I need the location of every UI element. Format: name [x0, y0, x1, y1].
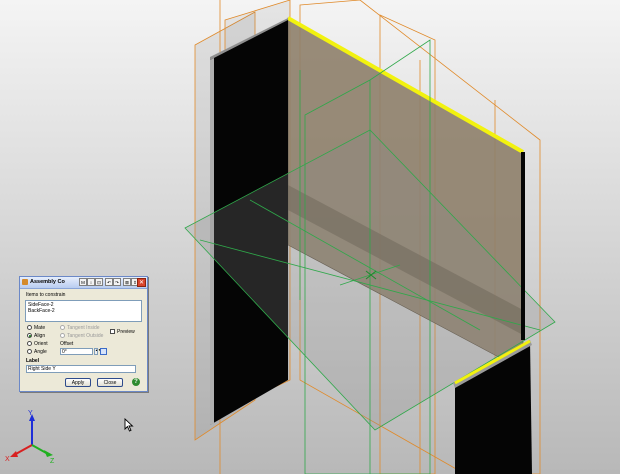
- orient-radio[interactable]: [27, 341, 32, 346]
- label-heading: Label: [26, 358, 40, 364]
- mate-radio[interactable]: [27, 325, 32, 330]
- orient-label: Orient: [34, 341, 48, 347]
- minimize-toolbar-button[interactable]: ⊠: [123, 278, 131, 286]
- items-listbox[interactable]: SideFace-2 BackFace-2: [25, 300, 142, 322]
- orientation-triad: Y X Z: [0, 405, 60, 465]
- angle-label: Angle: [34, 349, 47, 355]
- app-icon: [22, 279, 28, 285]
- dialog-titlebar[interactable]: Assembly Co M ↕ ⊡ ↶ ↷ ⊠ ⇕ ✕: [20, 277, 147, 289]
- 3d-viewport[interactable]: [0, 0, 620, 474]
- tangent-outside-label: Tangent Outside: [67, 333, 104, 339]
- align-radio[interactable]: [27, 333, 32, 338]
- tangent-outside-radio[interactable]: [60, 333, 65, 338]
- list-item[interactable]: BackFace-2: [28, 308, 139, 314]
- x-axis-arrow: [10, 451, 18, 457]
- flip-toolbar-button[interactable]: ↕: [87, 278, 95, 286]
- preview-label: Preview: [117, 329, 135, 335]
- y-axis-label: Y: [28, 410, 33, 417]
- z-axis-label: Z: [50, 458, 55, 465]
- select-toolbar-button[interactable]: ⊡: [95, 278, 103, 286]
- help-icon[interactable]: ?: [132, 378, 140, 386]
- angle-radio[interactable]: [27, 349, 32, 354]
- tangent-inside-radio[interactable]: [60, 325, 65, 330]
- mate-label: Mate: [34, 325, 46, 331]
- close-icon[interactable]: ✕: [137, 278, 146, 287]
- tangent-inside-label: Tangent Inside: [67, 325, 100, 331]
- assembly-constraints-dialog: Assembly Co M ↕ ⊡ ↶ ↷ ⊠ ⇕ ✕ Items to con…: [19, 276, 148, 392]
- x-axis-label: X: [5, 456, 10, 463]
- mate-toolbar-button[interactable]: M: [79, 278, 87, 286]
- apply-button[interactable]: Apply: [65, 378, 91, 387]
- label-input[interactable]: Right Side Y: [26, 365, 136, 373]
- preview-checkbox[interactable]: [110, 329, 115, 334]
- offset-label: Offset: [60, 341, 74, 347]
- model-canvas[interactable]: [0, 0, 620, 474]
- align-label: Align: [34, 333, 46, 339]
- items-to-constrain-label: Items to constrain: [26, 292, 66, 298]
- close-button[interactable]: Close: [97, 378, 123, 387]
- mouse-cursor-icon: [124, 417, 134, 437]
- angle-offset-field[interactable]: 0°: [60, 348, 93, 355]
- redo-toolbar-button[interactable]: ↷: [113, 278, 121, 286]
- angle-spinner[interactable]: ▲▼: [94, 348, 101, 355]
- undo-toolbar-button[interactable]: ↶: [105, 278, 113, 286]
- dialog-title: Assembly Co: [30, 279, 65, 285]
- measure-button[interactable]: [100, 348, 107, 355]
